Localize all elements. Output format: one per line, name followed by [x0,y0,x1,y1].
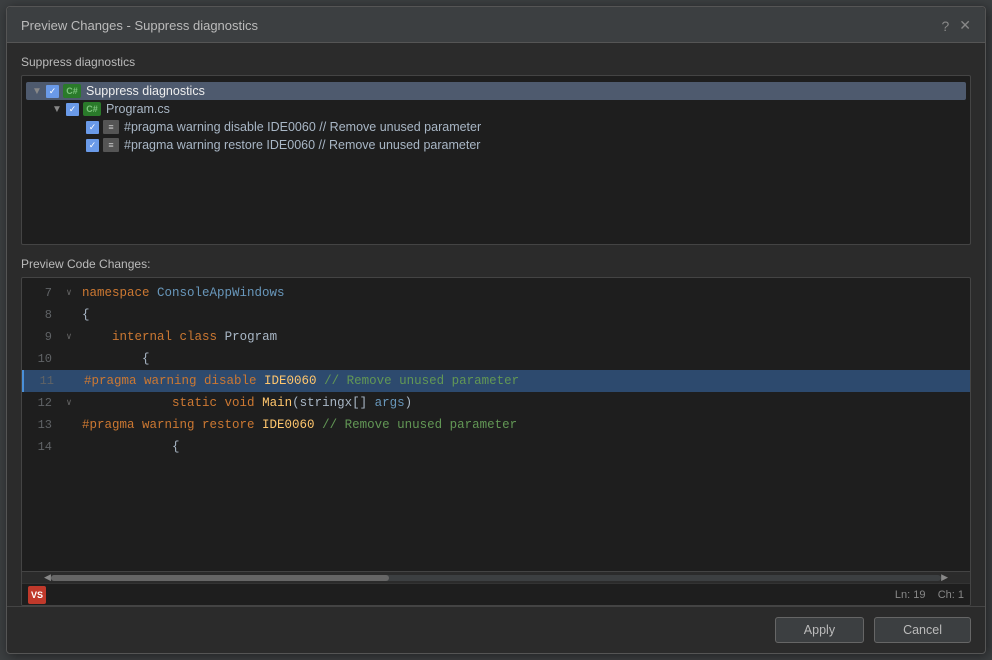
tree-text-pragma1: #pragma warning disable IDE0060 // Remov… [124,120,481,134]
line-code: internal class Program [78,330,970,344]
status-bar: VS Ln: 19 Ch: 1 [22,583,970,605]
close-icon[interactable]: ✕ [959,17,971,34]
lang-badge-file: C# [83,102,101,116]
line-number: 8 [22,308,60,322]
code-line: 8{ [22,304,970,326]
fold-icon[interactable]: ∨ [60,398,78,408]
code-line: 14 { [22,436,970,458]
tree-row-file[interactable]: ▼ ✓ C# Program.cs [46,100,966,118]
status-ch: Ch: 1 [938,589,964,601]
scrollbar-thumb[interactable] [51,575,389,581]
line-number: 14 [22,440,60,454]
dialog: Preview Changes - Suppress diagnostics ?… [6,6,986,654]
code-line: 10 { [22,348,970,370]
title-bar: Preview Changes - Suppress diagnostics ?… [7,7,985,43]
code-line: 7∨namespace ConsoleAppWindows [22,282,970,304]
line-code: namespace ConsoleAppWindows [78,286,970,300]
code-line: 12∨ static void Main(stringx[] args) [22,392,970,414]
suppress-section-label: Suppress diagnostics [21,55,971,69]
line-code: { [78,440,970,454]
lang-badge-root: C# [63,84,81,98]
dialog-footer: Apply Cancel [7,606,985,653]
pragma-icon-1: ≡ [103,120,119,134]
pragma-icon-2: ≡ [103,138,119,152]
status-position: Ln: 19 Ch: 1 [895,589,964,601]
horizontal-scrollbar[interactable]: ◀ ▶ [22,571,970,583]
tree-panel[interactable]: ▼ ✓ C# Suppress diagnostics ▼ ✓ C# Progr… [21,75,971,245]
tree-text-root: Suppress diagnostics [86,84,205,98]
code-content: 7∨namespace ConsoleAppWindows8{9∨ intern… [22,278,970,571]
checkbox-file[interactable]: ✓ [66,103,79,116]
line-number: 13 [22,418,60,432]
scroll-right-icon[interactable]: ▶ [941,572,948,583]
fold-icon[interactable]: ∨ [60,332,78,342]
scrollbar-track[interactable] [51,575,941,581]
tree-row-root[interactable]: ▼ ✓ C# Suppress diagnostics [26,82,966,100]
tree-arrow-file: ▼ [50,104,64,115]
tree-row-pragma1[interactable]: ✓ ≡ #pragma warning disable IDE0060 // R… [66,118,966,136]
help-icon[interactable]: ? [941,18,949,34]
checkbox-root[interactable]: ✓ [46,85,59,98]
preview-section-label: Preview Code Changes: [21,257,971,271]
line-code: { [78,352,970,366]
line-number: 10 [22,352,60,366]
fold-icon[interactable]: ∨ [60,288,78,298]
line-code: static void Main(stringx[] args) [78,396,970,410]
line-code: #pragma warning restore IDE0060 // Remov… [78,418,970,432]
tree-arrow-root: ▼ [30,86,44,97]
code-line: 9∨ internal class Program [22,326,970,348]
line-number: 9 [22,330,60,344]
line-number: 11 [24,374,62,388]
scroll-left-icon[interactable]: ◀ [44,572,51,583]
line-code: { [78,308,970,322]
tree-text-pragma2: #pragma warning restore IDE0060 // Remov… [124,138,480,152]
code-panel: 7∨namespace ConsoleAppWindows8{9∨ intern… [21,277,971,606]
status-logo: VS [28,586,46,604]
line-number: 7 [22,286,60,300]
checkbox-pragma1[interactable]: ✓ [86,121,99,134]
cancel-button[interactable]: Cancel [874,617,971,643]
tree-row-pragma2[interactable]: ✓ ≡ #pragma warning restore IDE0060 // R… [66,136,966,154]
checkbox-pragma2[interactable]: ✓ [86,139,99,152]
line-code: #pragma warning disable IDE0060 // Remov… [80,374,970,388]
code-line: 13 #pragma warning restore IDE0060 // Rem… [22,414,970,436]
line-number: 12 [22,396,60,410]
dialog-body: Suppress diagnostics ▼ ✓ C# Suppress dia… [7,43,985,606]
tree-text-file: Program.cs [106,102,170,116]
status-ln: Ln: 19 [895,589,926,601]
title-bar-icons: ? ✕ [941,17,971,34]
code-line: 11 #pragma warning disable IDE0060 // Rem… [22,370,970,392]
apply-button[interactable]: Apply [775,617,864,643]
dialog-title: Preview Changes - Suppress diagnostics [21,18,258,33]
